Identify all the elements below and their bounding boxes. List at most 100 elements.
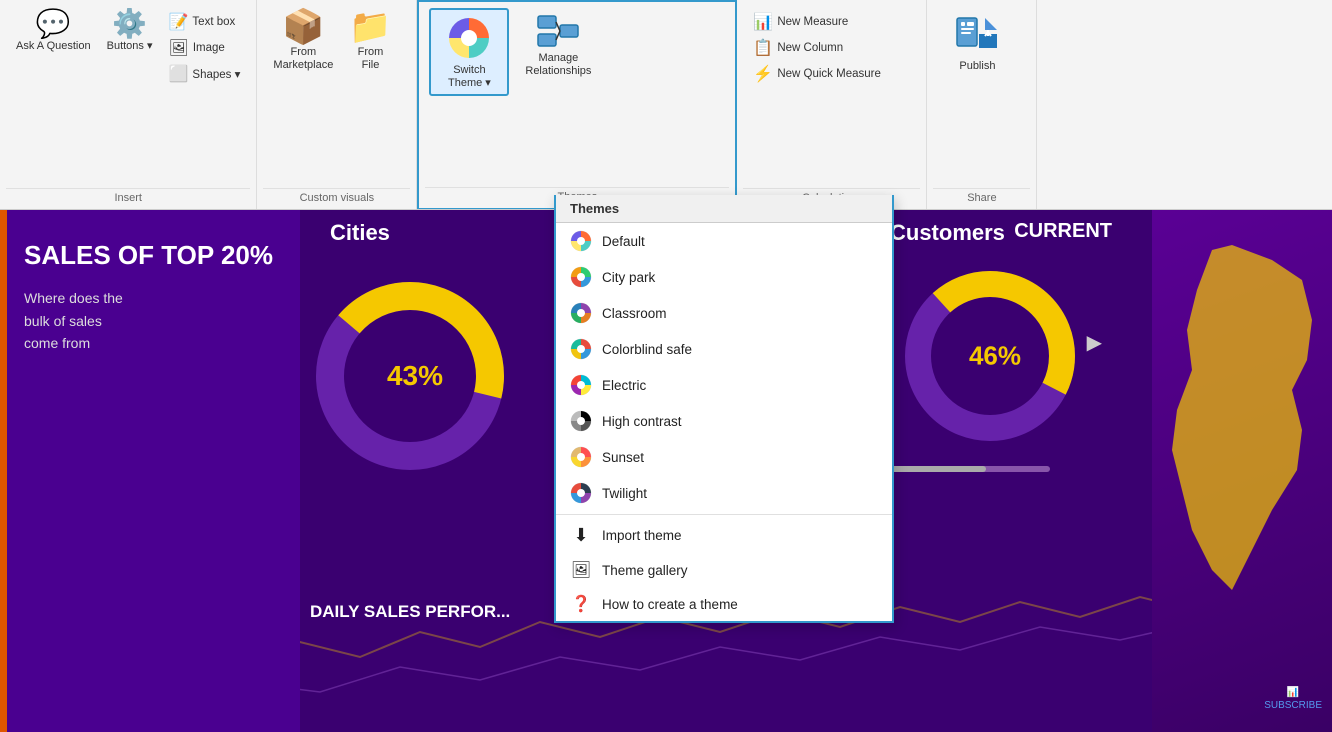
- theme-classroom-icon: [570, 302, 592, 324]
- new-column-icon: 📋: [753, 38, 773, 58]
- map-area: 📊SUBSCRIBE: [1152, 210, 1332, 732]
- customers-progress-fill: [890, 466, 986, 472]
- theme-electric-icon: [570, 374, 592, 396]
- publish-label: Publish: [959, 60, 995, 73]
- customers-section: Customers 46%: [890, 220, 1100, 472]
- ask-question-icon: 💬: [36, 10, 71, 38]
- new-column-button[interactable]: 📋 New Column: [747, 36, 886, 60]
- map-shape: [1152, 230, 1332, 630]
- import-theme-icon: ⬇: [570, 525, 592, 546]
- section-insert: 💬 Ask A Question ⚙️ Buttons ▾ 📝 Text box…: [0, 0, 257, 209]
- cities-section: Cities 43%: [300, 220, 530, 486]
- import-theme-item[interactable]: ⬇ Import theme: [556, 518, 892, 553]
- subscribe-badge: 📊SUBSCRIBE: [1264, 686, 1322, 712]
- import-theme-label: Import theme: [602, 528, 682, 543]
- new-quick-measure-label: New Quick Measure: [777, 68, 881, 80]
- shapes-label: Shapes ▾: [192, 67, 240, 81]
- mouse-cursor: ▶: [1087, 330, 1102, 355]
- theme-colorblind-safe-label: Colorblind safe: [602, 342, 692, 357]
- theme-default-label: Default: [602, 234, 645, 249]
- customers-donut-container: 46%: [890, 256, 1100, 456]
- from-file-label: FromFile: [358, 46, 384, 72]
- theme-classroom-label: Classroom: [602, 306, 667, 321]
- theme-default-icon: [570, 230, 592, 252]
- theme-city-park-item[interactable]: City park: [556, 259, 892, 295]
- from-marketplace-label: FromMarketplace: [273, 46, 333, 72]
- how-to-create-label: How to create a theme: [602, 597, 738, 612]
- ask-question-label: Ask A Question: [16, 40, 91, 53]
- sales-title: SALES OF TOP 20%: [24, 240, 276, 271]
- dropdown-divider: [556, 514, 892, 515]
- theme-colorblind-safe-icon: [570, 338, 592, 360]
- cities-title: Cities: [330, 220, 530, 246]
- theme-sunset-item[interactable]: Sunset: [556, 439, 892, 475]
- current-label: CURRENT: [1014, 220, 1112, 243]
- section-share: Publish Share: [927, 0, 1037, 209]
- cities-percent: 43%: [387, 360, 443, 392]
- how-to-create-icon: ❓: [570, 594, 592, 614]
- image-button[interactable]: 🖼 Image: [163, 36, 247, 60]
- new-quick-measure-button[interactable]: ⚡ New Quick Measure: [747, 62, 886, 86]
- new-column-label: New Column: [777, 42, 843, 54]
- new-measure-button[interactable]: 📊 New Measure: [747, 10, 886, 34]
- theme-electric-item[interactable]: Electric: [556, 367, 892, 403]
- buttons-button[interactable]: ⚙️ Buttons ▾: [101, 6, 159, 57]
- section-custom-visuals: 📦 FromMarketplace 📁 FromFile Custom visu…: [257, 0, 417, 209]
- theme-gallery-label: Theme gallery: [602, 563, 688, 578]
- text-box-button[interactable]: 📝 Text box: [163, 10, 247, 34]
- shapes-button[interactable]: ⬜ Shapes ▾: [163, 62, 247, 86]
- custom-visuals-label: Custom visuals: [263, 188, 410, 209]
- customers-progress-bar: [890, 466, 1050, 472]
- image-icon: 🖼: [169, 38, 189, 58]
- how-to-create-theme-item[interactable]: ❓ How to create a theme: [556, 587, 892, 621]
- from-marketplace-button[interactable]: 📦 FromMarketplace: [267, 6, 339, 76]
- new-measure-icon: 📊: [753, 12, 773, 32]
- publish-button[interactable]: Publish: [937, 6, 1017, 77]
- sales-description: Where does thebulk of salescome from: [24, 287, 276, 354]
- cities-donut-container: 43%: [300, 266, 530, 486]
- section-themes: SwitchTheme ▾ ManageRelationships Themes: [417, 0, 737, 209]
- theme-twilight-label: Twilight: [602, 486, 647, 501]
- shapes-icon: ⬜: [169, 64, 189, 84]
- theme-classroom-item[interactable]: Classroom: [556, 295, 892, 331]
- section-calculations: 📊 New Measure 📋 New Column ⚡ New Quick M…: [737, 0, 927, 209]
- text-box-icon: 📝: [169, 12, 189, 32]
- manage-relationships-button[interactable]: ManageRelationships: [513, 8, 603, 82]
- daily-sales-label: DAILY SALES PERFOR...: [310, 602, 510, 622]
- themes-dropdown: Themes Default City park: [554, 195, 894, 623]
- theme-gallery-item[interactable]: 🖼 Theme gallery: [556, 553, 892, 587]
- theme-gallery-icon: 🖼: [570, 560, 592, 580]
- from-file-icon: 📁: [349, 10, 391, 44]
- theme-high-contrast-label: High contrast: [602, 414, 682, 429]
- ask-question-button[interactable]: 💬 Ask A Question: [10, 6, 97, 57]
- theme-city-park-label: City park: [602, 270, 655, 285]
- left-panel: SALES OF TOP 20% Where does thebulk of s…: [0, 210, 300, 732]
- new-quick-measure-icon: ⚡: [753, 64, 773, 84]
- theme-city-park-icon: [570, 266, 592, 288]
- theme-twilight-item[interactable]: Twilight: [556, 475, 892, 511]
- theme-high-contrast-icon: [570, 410, 592, 432]
- theme-sunset-icon: [570, 446, 592, 468]
- theme-high-contrast-item[interactable]: High contrast: [556, 403, 892, 439]
- toolbar: 💬 Ask A Question ⚙️ Buttons ▾ 📝 Text box…: [0, 0, 1332, 210]
- from-file-button[interactable]: 📁 FromFile: [343, 6, 397, 76]
- buttons-label: Buttons ▾: [107, 40, 153, 53]
- from-marketplace-icon: 📦: [282, 10, 324, 44]
- switch-theme-button[interactable]: SwitchTheme ▾: [429, 8, 509, 96]
- insert-section-label: Insert: [6, 188, 250, 209]
- theme-electric-label: Electric: [602, 378, 646, 393]
- dropdown-header: Themes: [556, 195, 892, 223]
- share-section-label: Share: [933, 188, 1030, 209]
- theme-default-item[interactable]: Default: [556, 223, 892, 259]
- text-box-label: Text box: [192, 16, 235, 28]
- image-label: Image: [193, 42, 225, 54]
- manage-relationships-label: ManageRelationships: [525, 52, 591, 78]
- publish-icon: [953, 10, 1001, 58]
- switch-theme-label: SwitchTheme ▾: [448, 64, 491, 90]
- theme-sunset-label: Sunset: [602, 450, 644, 465]
- manage-relationships-icon: [534, 12, 582, 50]
- buttons-icon: ⚙️: [112, 10, 147, 38]
- switch-theme-icon: [445, 14, 493, 62]
- theme-colorblind-safe-item[interactable]: Colorblind safe: [556, 331, 892, 367]
- customers-percent: 46%: [969, 341, 1021, 372]
